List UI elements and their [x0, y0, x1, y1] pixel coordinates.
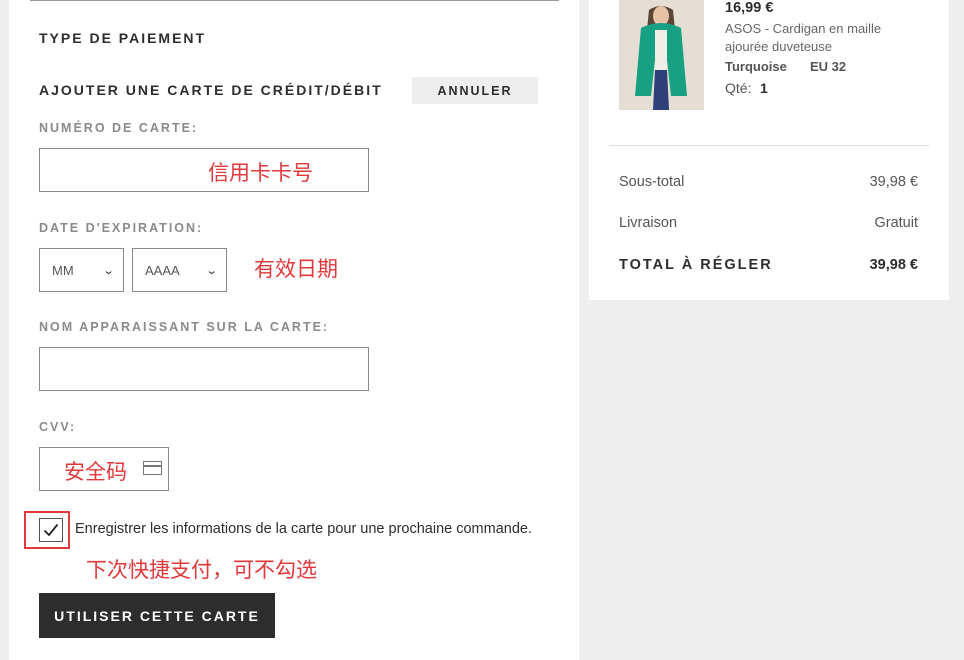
card-name-label: NOM APPARAISSANT SUR LA CARTE:	[39, 320, 330, 334]
product-name-line2[interactable]: ajourée duveteuse	[725, 39, 832, 54]
cvv-label: CVV:	[39, 420, 77, 434]
expiry-annotation: 有效日期	[254, 257, 338, 281]
product-price: 16,99 €	[725, 0, 774, 16]
add-card-heading: AJOUTER UNE CARTE DE CRÉDIT/DÉBIT	[39, 82, 383, 98]
card-number-label: NUMÉRO DE CARTE:	[39, 121, 199, 135]
subtotal-value: 39,98 €	[869, 174, 918, 190]
card-number-annotation: 信用卡卡号	[208, 161, 313, 185]
expiry-year-select[interactable]: AAAA ⌄	[132, 248, 227, 292]
total-value: 39,98 €	[869, 257, 918, 273]
cvv-annotation: 安全码	[64, 460, 127, 484]
card-icon	[143, 461, 162, 475]
card-name-input[interactable]	[39, 347, 369, 391]
product-qty: 1	[760, 80, 768, 96]
product-size: EU 32	[810, 59, 847, 74]
delivery-value: Gratuit	[874, 215, 918, 231]
product-qty-label: Qté:	[725, 80, 752, 96]
save-card-annotation: 下次快捷支付，可不勾选	[86, 558, 317, 582]
checkmark-icon	[43, 523, 59, 537]
chevron-down-icon: ⌄	[102, 264, 115, 277]
payment-type-heading: TYPE DE PAIEMENT	[39, 30, 207, 46]
subtotal-label: Sous-total	[619, 174, 685, 190]
expiry-month-value: MM	[52, 262, 74, 278]
cancel-button[interactable]: ANNULER	[412, 77, 538, 104]
expiry-label: DATE D'EXPIRATION:	[39, 221, 204, 235]
save-card-checkbox[interactable]	[39, 518, 63, 542]
divider	[30, 0, 559, 1]
chevron-down-icon: ⌄	[205, 264, 218, 277]
summary-divider	[609, 145, 929, 146]
card-number-input[interactable]	[39, 148, 369, 192]
expiry-month-select[interactable]: MM ⌄	[39, 248, 124, 292]
use-card-button[interactable]: UTILISER CETTE CARTE	[39, 593, 275, 638]
delivery-label: Livraison	[619, 215, 678, 231]
product-color: Turquoise	[725, 59, 787, 74]
product-image[interactable]	[619, 0, 704, 110]
total-label: TOTAL À RÉGLER	[619, 257, 773, 273]
save-card-text: Enregistrer les informations de la carte…	[75, 521, 532, 537]
expiry-year-value: AAAA	[145, 262, 180, 278]
product-photo	[619, 0, 704, 110]
product-name-line1[interactable]: ASOS - Cardigan en maille	[725, 21, 881, 36]
